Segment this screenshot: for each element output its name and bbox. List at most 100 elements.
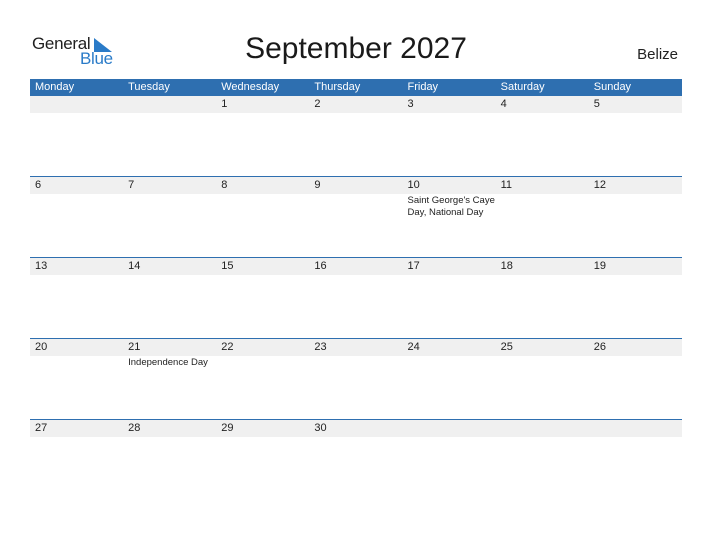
day-cell: 15 (216, 258, 309, 338)
holiday-label (221, 194, 309, 195)
day-number: 19 (593, 260, 606, 272)
day-number: 10 (407, 179, 420, 191)
holiday-label (314, 437, 402, 438)
holiday-label (221, 113, 309, 114)
holiday-label (35, 275, 123, 276)
day-number: 20 (35, 341, 48, 353)
weekday-tuesday: Tuesday (128, 81, 170, 93)
calendar-title: September 2027 (245, 32, 467, 65)
day-cell: 21 Independence Day (123, 339, 216, 419)
day-cell: 24 (403, 339, 496, 419)
day-number: 12 (593, 179, 606, 191)
day-cell: 29 (216, 420, 309, 500)
holiday-label (501, 437, 589, 438)
week-row: 27 28 29 30 (30, 419, 682, 500)
day-number (501, 420, 589, 437)
day-number: 1 (221, 98, 228, 110)
holiday-label (501, 194, 589, 195)
holiday-label (35, 194, 123, 195)
day-number (35, 96, 123, 113)
weekday-wednesday: Wednesday (221, 81, 280, 93)
week-row: 1 2 3 4 5 (30, 96, 682, 176)
day-number: 9 (314, 179, 321, 191)
weekday-thursday: Thursday (314, 81, 361, 93)
day-cell: 27 (30, 420, 123, 500)
week-row: 20 21 Independence Day 22 23 24 25 26 (30, 338, 682, 419)
day-number: 8 (221, 179, 228, 191)
day-cell: 26 (589, 339, 682, 419)
day-number: 22 (221, 341, 234, 353)
day-number: 16 (314, 260, 327, 272)
holiday-label (408, 437, 496, 438)
weekday-sunday: Sunday (593, 81, 632, 93)
holiday-label (128, 113, 216, 114)
day-cell: 5 (589, 96, 682, 176)
holiday-label (594, 275, 682, 276)
country-label: Belize (637, 46, 678, 63)
day-number: 21 (128, 341, 141, 353)
day-cell (403, 420, 496, 500)
day-cell: 18 (496, 258, 589, 338)
holiday-label (221, 275, 309, 276)
day-cell: 10 Saint George's Caye Day, National Day (403, 177, 496, 257)
day-cell: 1 (216, 96, 309, 176)
day-cell: 20 (30, 339, 123, 419)
holiday-label (35, 113, 123, 114)
week-row: 6 7 8 9 10 Saint George's Caye Day, National … (30, 176, 682, 257)
holiday-label (314, 275, 402, 276)
holiday-label (501, 275, 589, 276)
holiday-label (314, 113, 402, 114)
day-cell: 3 (403, 96, 496, 176)
holiday-label (594, 113, 682, 114)
holiday-label (314, 356, 402, 357)
day-cell: 22 (216, 339, 309, 419)
day-cell: 8 (216, 177, 309, 257)
holiday-label (501, 356, 589, 357)
day-cell: 19 (589, 258, 682, 338)
holiday-label (35, 356, 123, 357)
day-cell: 23 (309, 339, 402, 419)
day-number: 15 (221, 260, 234, 272)
day-number: 7 (128, 179, 135, 191)
day-cell (589, 420, 682, 500)
day-cell: 30 (309, 420, 402, 500)
day-number: 30 (314, 422, 327, 434)
holiday-label (221, 356, 309, 357)
day-number: 18 (500, 260, 513, 272)
day-number: 5 (593, 98, 600, 110)
day-cell: 28 (123, 420, 216, 500)
day-number: 28 (128, 422, 141, 434)
day-number: 4 (500, 98, 507, 110)
day-number: 2 (314, 98, 321, 110)
day-number: 13 (35, 260, 48, 272)
holiday-label (314, 194, 402, 195)
day-cell: 11 (496, 177, 589, 257)
day-number: 3 (407, 98, 414, 110)
holiday-label (594, 194, 682, 195)
day-number: 25 (500, 341, 513, 353)
holiday-label (594, 356, 682, 357)
day-number: 17 (407, 260, 420, 272)
day-cell: 17 (403, 258, 496, 338)
holiday-label: Saint George's Caye Day, National Day (407, 195, 495, 218)
day-cell: 2 (309, 96, 402, 176)
day-number: 24 (407, 341, 420, 353)
holiday-label (594, 437, 682, 438)
day-cell: 13 (30, 258, 123, 338)
day-cell: 12 (589, 177, 682, 257)
holiday-label (501, 113, 589, 114)
day-number: 29 (221, 422, 234, 434)
holiday-label (128, 194, 216, 195)
day-number: 27 (35, 422, 48, 434)
day-cell (496, 420, 589, 500)
holiday-label (408, 275, 496, 276)
day-cell: 14 (123, 258, 216, 338)
day-number (594, 420, 682, 437)
day-number: 11 (500, 179, 513, 191)
day-number (408, 420, 496, 437)
weekday-friday: Friday (407, 81, 439, 93)
day-cell: 25 (496, 339, 589, 419)
day-number (128, 96, 216, 113)
holiday-label: Independence Day (128, 357, 208, 368)
day-cell: 9 (309, 177, 402, 257)
